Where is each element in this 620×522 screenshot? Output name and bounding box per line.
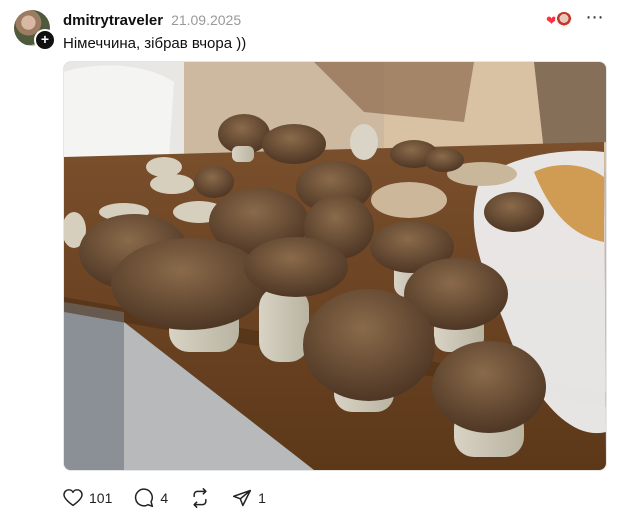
repost-button[interactable] (190, 488, 210, 508)
comment-count: 4 (160, 490, 169, 506)
share-button[interactable]: 1 (232, 488, 266, 508)
comment-icon (134, 488, 154, 508)
reaction-indicator[interactable]: ❤ (546, 10, 574, 30)
share-count: 1 (258, 490, 266, 506)
more-horizontal-icon: ⋯ (585, 7, 605, 27)
post-actions: 101 4 1 (63, 487, 288, 509)
comment-button[interactable]: 4 (134, 488, 168, 508)
post-header: dmitrytraveler 21.09.2025 (63, 10, 241, 30)
post-timestamp[interactable]: 21.09.2025 (171, 12, 241, 28)
repost-icon (190, 488, 210, 508)
follow-plus-icon[interactable]: + (34, 29, 56, 51)
post-card: + dmitrytraveler 21.09.2025 ❤ ⋯ Німеччин… (0, 0, 620, 522)
photo-mushrooms-on-table (64, 62, 606, 470)
author-avatar-group[interactable]: + (14, 10, 56, 51)
like-count: 101 (89, 490, 113, 506)
post-photo[interactable] (63, 61, 607, 471)
username-link[interactable]: dmitrytraveler (63, 12, 163, 29)
reactor-avatar (555, 11, 573, 29)
heart-outline-icon (63, 489, 83, 507)
send-icon (232, 488, 252, 508)
like-button[interactable]: 101 (63, 489, 112, 507)
more-options-button[interactable]: ⋯ (584, 8, 606, 28)
post-caption: Німеччина, зібрав вчора )) (63, 35, 247, 52)
